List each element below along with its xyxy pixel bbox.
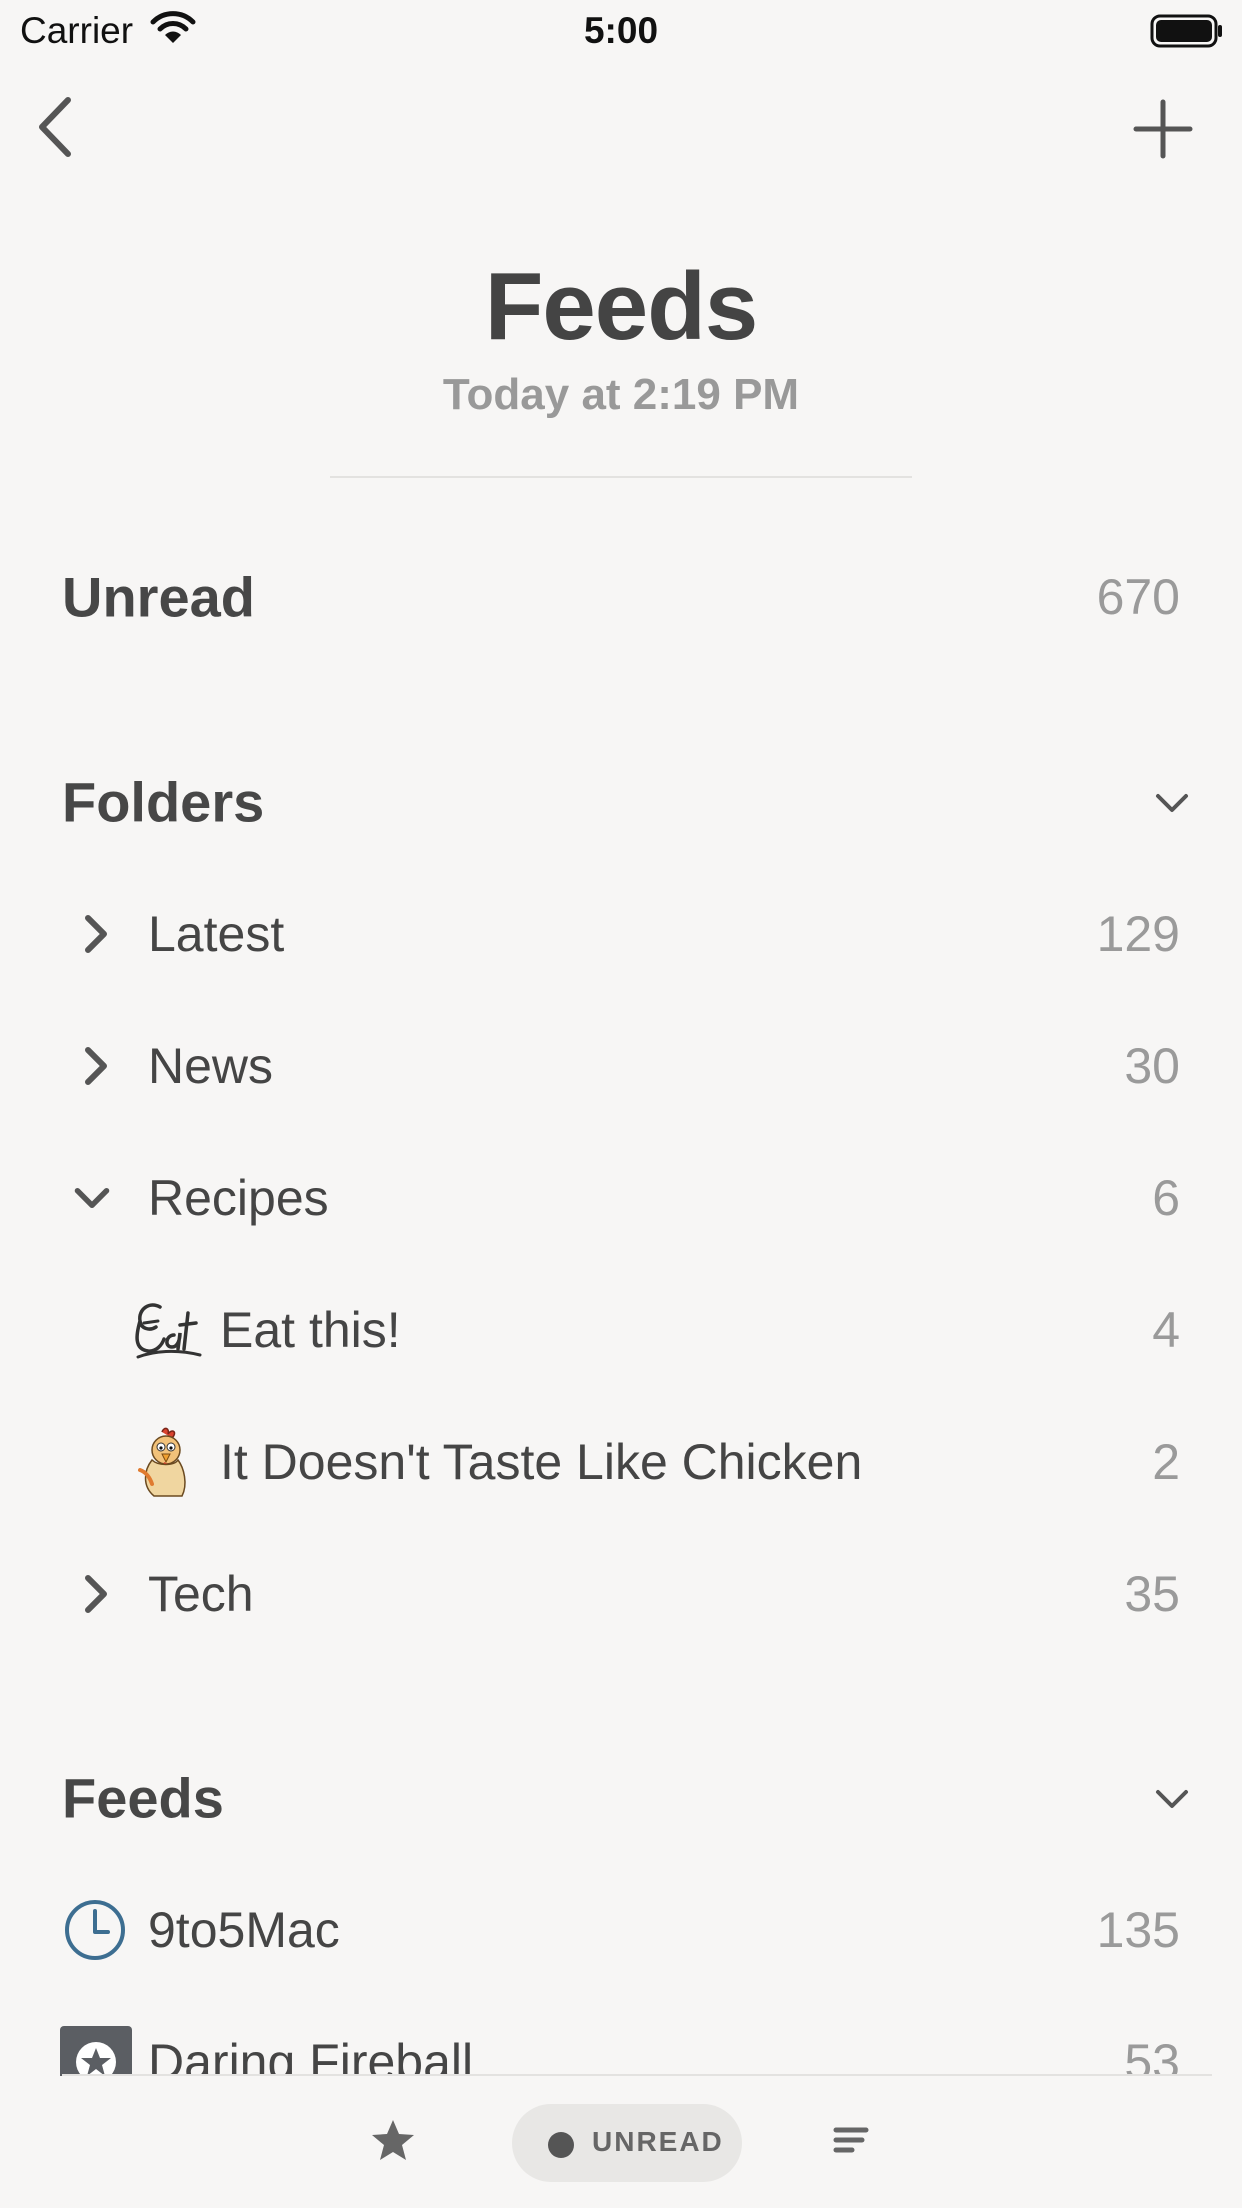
feed-row-eat-this[interactable]: Eat this! 4 — [0, 1280, 1242, 1380]
feeds-section-header[interactable]: Feeds — [0, 1748, 1242, 1848]
folder-count: 6 — [1152, 1170, 1180, 1226]
unread-filter-label: UNREAD — [592, 2126, 724, 2157]
chicken-icon — [138, 1427, 186, 1497]
folder-label: Recipes — [148, 1170, 329, 1226]
folders-section-header[interactable]: Folders — [0, 752, 1242, 852]
unread-row[interactable]: Unread 670 — [0, 547, 1242, 647]
unread-filter-button[interactable]: UNREAD — [512, 2104, 742, 2182]
chevron-right-icon[interactable] — [76, 1044, 116, 1088]
page-title: Feeds — [484, 253, 758, 360]
feeds-section-title: Feeds — [62, 1766, 224, 1830]
folder-label: News — [148, 1038, 274, 1094]
last-updated-label: Today at 2:19 PM — [442, 370, 800, 419]
feed-count: 4 — [1152, 1302, 1180, 1358]
chevron-down-icon[interactable] — [72, 1176, 112, 1220]
folder-row-news[interactable]: News 30 — [0, 1016, 1242, 1116]
feed-label: 9to5Mac — [148, 1902, 340, 1958]
chevron-right-icon[interactable] — [76, 1572, 116, 1616]
folder-row-latest[interactable]: Latest 129 — [0, 884, 1242, 984]
status-time: 5:00 — [583, 10, 659, 51]
feed-label: It Doesn't Taste Like Chicken — [220, 1434, 863, 1490]
header-divider — [330, 476, 912, 478]
feed-row-chicken[interactable]: It Doesn't Taste Like Chicken 2 — [0, 1412, 1242, 1512]
status-bar: Carrier 5:00 — [0, 0, 1242, 62]
folder-count: 35 — [1124, 1566, 1180, 1622]
battery-icon — [1150, 14, 1222, 48]
filled-circle-icon — [548, 2132, 574, 2158]
star-icon[interactable] — [368, 2116, 418, 2166]
bottom-toolbar: UNREAD — [0, 2076, 1242, 2208]
list-icon[interactable] — [832, 2120, 872, 2160]
add-plus-icon[interactable] — [1132, 98, 1194, 160]
feed-count: 135 — [1096, 1902, 1180, 1958]
unread-count: 670 — [1096, 569, 1180, 625]
chevron-right-icon[interactable] — [76, 912, 116, 956]
folders-section-title: Folders — [62, 770, 265, 834]
clock-icon — [65, 1900, 125, 1960]
feed-label: Eat this! — [220, 1302, 401, 1358]
unread-label: Unread — [62, 565, 255, 629]
chevron-down-icon[interactable] — [1152, 787, 1192, 817]
folder-row-recipes[interactable]: Recipes 6 — [0, 1148, 1242, 1248]
folder-count: 129 — [1096, 906, 1180, 962]
folder-row-tech[interactable]: Tech 35 — [0, 1544, 1242, 1644]
eat-this-logo-icon — [135, 1303, 202, 1359]
folder-label: Tech — [148, 1566, 254, 1622]
folder-label: Latest — [148, 906, 285, 962]
folder-count: 30 — [1124, 1038, 1180, 1094]
feed-count: 2 — [1152, 1434, 1180, 1490]
chevron-down-icon[interactable] — [1152, 1783, 1192, 1813]
back-chevron-icon[interactable] — [28, 92, 88, 162]
feed-row-9to5mac[interactable]: 9to5Mac 135 — [0, 1880, 1242, 1980]
